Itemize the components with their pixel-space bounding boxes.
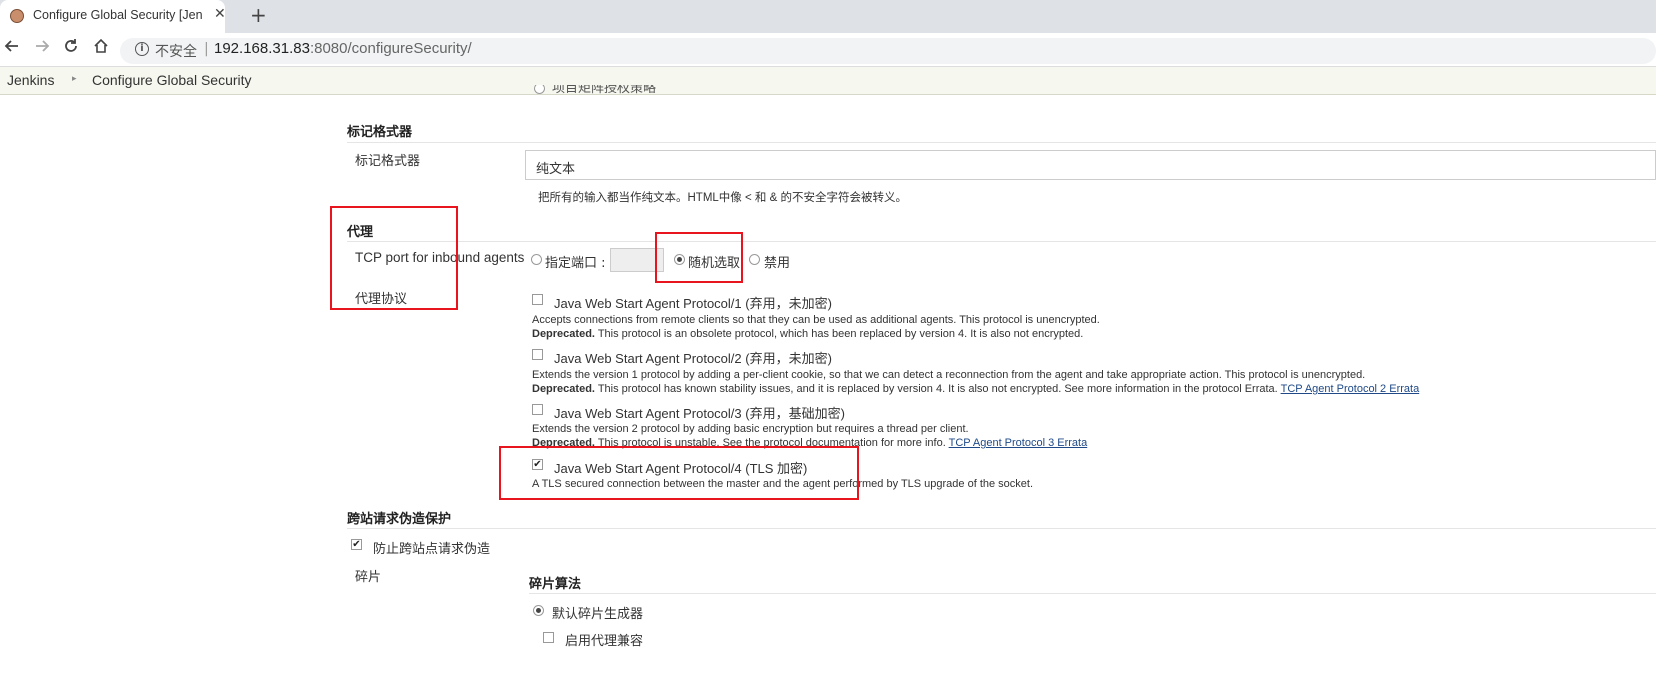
default-crumb-issuer-radio[interactable] [533, 605, 544, 616]
disable-port-label: 禁用 [764, 256, 791, 271]
fixed-port-radio[interactable] [531, 254, 542, 265]
url-path: :8080/configureSecurity/ [309, 40, 472, 57]
section-divider [347, 142, 1656, 143]
annotation-box-agents [330, 206, 458, 310]
deprecation-text: This protocol is an obsolete protocol, w… [594, 328, 1084, 340]
protocol-1-desc: Accepts connections from remote clients … [532, 314, 1100, 326]
deprecated-label: Deprecated. [532, 328, 595, 340]
proxy-compat-checkbox[interactable] [543, 632, 554, 643]
insecure-label: 不安全 [155, 43, 197, 59]
markup-formatter-value: 纯文本 [536, 162, 576, 177]
url-separator: | [204, 41, 209, 57]
url-text[interactable]: 192.168.31.83:8080/configureSecurity/ [214, 40, 472, 57]
proxy-compat-label: 启用代理兼容 [565, 634, 644, 649]
crumb-algorithm-title: 碎片算法 [529, 577, 582, 592]
protocol-3-desc: Extends the version 2 protocol by adding… [532, 423, 969, 435]
reload-icon[interactable] [63, 38, 79, 59]
close-tab-icon[interactable]: ✕ [214, 6, 226, 22]
protocol-3-checkbox[interactable] [532, 404, 543, 415]
section-divider [347, 528, 1656, 529]
annotation-box-protocol-4 [499, 446, 859, 500]
protocol-2-deprecation: Deprecated. This protocol has known stab… [532, 383, 1419, 395]
home-icon[interactable] [93, 38, 109, 59]
disable-port-radio[interactable] [749, 254, 760, 265]
crumb-label: 碎片 [355, 570, 382, 585]
prevent-csrf-label: 防止跨站点请求伪造 [373, 542, 491, 557]
markup-section-title: 标记格式器 [347, 125, 413, 140]
deprecation-text: This protocol has known stability issues… [594, 383, 1281, 395]
forward-arrow-icon[interactable] [34, 38, 50, 59]
back-arrow-icon[interactable] [4, 38, 20, 59]
protocol-1-deprecation: Deprecated. This protocol is an obsolete… [532, 328, 1083, 340]
protocol-2-desc: Extends the version 1 protocol by adding… [532, 369, 1366, 381]
markup-description: 把所有的输入都当作纯文本。HTML中像 < 和 & 的不安全字符会被转义。 [538, 192, 907, 204]
annotation-box-random-port [655, 232, 743, 283]
markup-formatter-select[interactable] [525, 150, 1656, 180]
matrix-auth-radio[interactable] [534, 85, 545, 94]
protocol-2-errata-link[interactable]: TCP Agent Protocol 2 Errata [1281, 383, 1420, 395]
protocol-2-checkbox[interactable] [532, 349, 543, 360]
protocol-1-checkbox[interactable] [532, 294, 543, 305]
tab-title: Configure Global Security [Jenkins] [33, 8, 203, 22]
csrf-section-title: 跨站请求伪造保护 [347, 512, 452, 527]
prevent-csrf-checkbox[interactable]: ✔ [351, 539, 362, 550]
jenkins-favicon-icon [10, 9, 24, 23]
protocol-1-label: Java Web Start Agent Protocol/1 (弃用，未加密) [554, 296, 832, 311]
deprecated-label: Deprecated. [532, 383, 595, 395]
section-divider [347, 241, 1656, 242]
breadcrumb-current[interactable]: Configure Global Security [92, 72, 252, 88]
info-icon[interactable]: i [135, 42, 149, 56]
browser-tab-strip [0, 0, 1656, 33]
protocol-3-label: Java Web Start Agent Protocol/3 (弃用，基础加密… [554, 406, 845, 421]
protocol-2-label: Java Web Start Agent Protocol/2 (弃用，未加密) [554, 351, 832, 366]
breadcrumb-jenkins-link[interactable]: Jenkins [7, 72, 54, 88]
fixed-port-label: 指定端口 : [545, 256, 606, 271]
section-divider [529, 593, 1656, 594]
markup-field-label: 标记格式器 [355, 154, 421, 169]
matrix-auth-label: 项目矩阵授权策略 [552, 85, 657, 95]
url-host: 192.168.31.83 [214, 40, 310, 57]
default-crumb-issuer-label: 默认碎片生成器 [552, 607, 644, 622]
breadcrumb-arrow-icon[interactable]: ▸ [72, 74, 77, 84]
new-tab-icon[interactable]: + [250, 3, 267, 27]
protocol-3-errata-link[interactable]: TCP Agent Protocol 3 Errata [949, 437, 1088, 449]
authorization-clipped-row: 项目矩阵授权策略 [532, 85, 932, 95]
